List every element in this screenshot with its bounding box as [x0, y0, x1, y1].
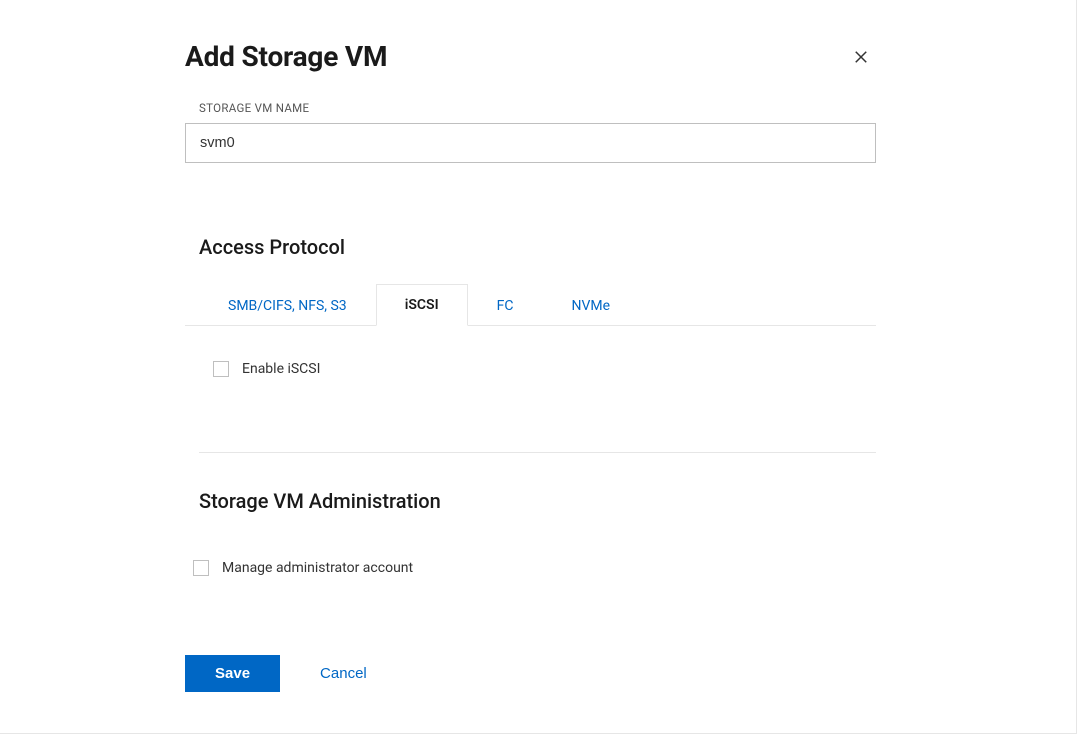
storage-vm-name-input[interactable] [185, 123, 876, 163]
close-icon [852, 48, 870, 66]
access-protocol-tabs: SMB/CIFS, NFS, S3 iSCSI FC NVMe [185, 283, 876, 326]
panel-footer: Save Cancel [185, 655, 876, 692]
cancel-button[interactable]: Cancel [314, 655, 373, 692]
storage-vm-name-label: STORAGE VM NAME [199, 101, 876, 115]
tab-fc[interactable]: FC [468, 285, 543, 326]
tab-iscsi[interactable]: iSCSI [376, 284, 468, 326]
divider [199, 452, 876, 453]
add-storage-vm-panel: Add Storage VM STORAGE VM NAME Access Pr… [0, 0, 1077, 734]
manage-admin-label: Manage administrator account [222, 560, 413, 576]
enable-iscsi-label: Enable iSCSI [242, 361, 320, 377]
tab-nvme[interactable]: NVMe [542, 285, 639, 326]
save-button[interactable]: Save [185, 655, 280, 692]
storage-vm-administration-heading: Storage VM Administration [199, 489, 876, 513]
panel-header: Add Storage VM [185, 40, 876, 73]
manage-admin-checkbox[interactable] [193, 560, 209, 576]
administration-body: Manage administrator account [185, 537, 876, 579]
page-title: Add Storage VM [185, 40, 387, 73]
access-protocol-heading: Access Protocol [199, 235, 876, 259]
tab-body-iscsi: Enable iSCSI [185, 326, 876, 452]
close-button[interactable] [846, 42, 876, 72]
enable-iscsi-checkbox[interactable] [213, 361, 229, 377]
tab-smb-cifs-nfs-s3[interactable]: SMB/CIFS, NFS, S3 [199, 285, 376, 326]
